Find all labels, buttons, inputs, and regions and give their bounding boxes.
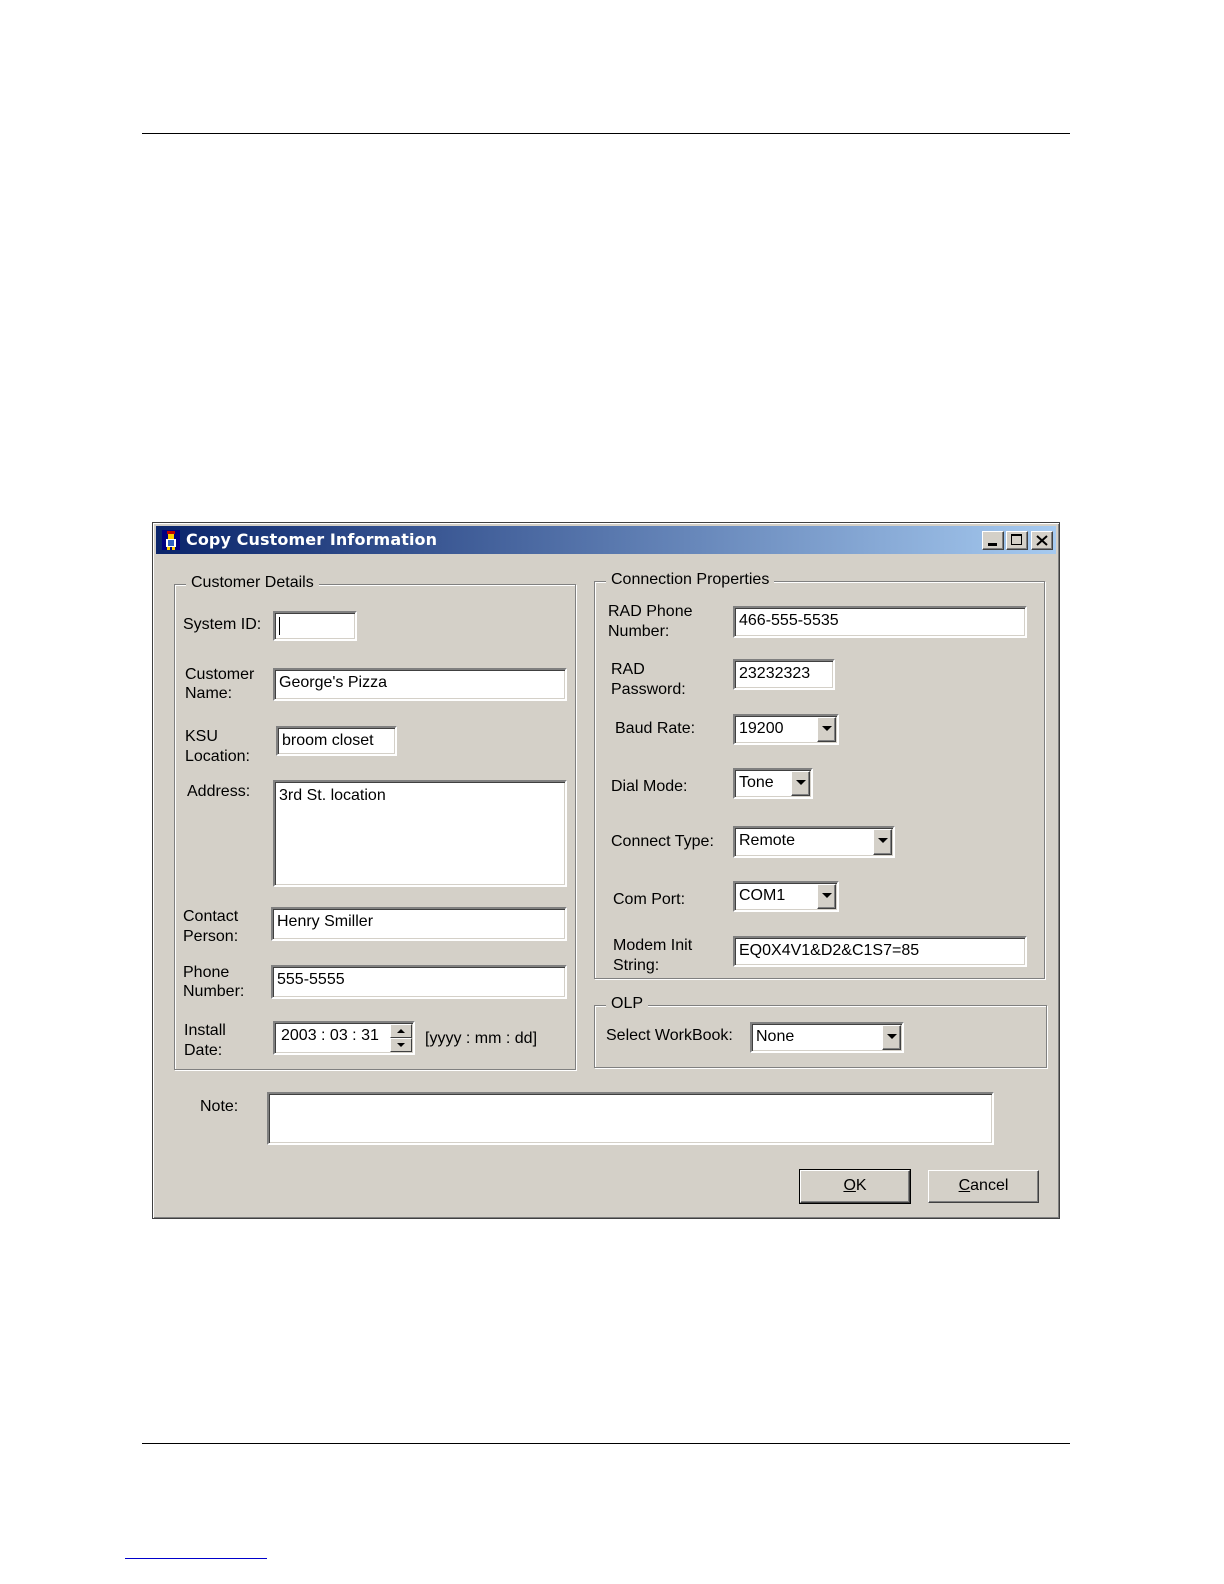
chevron-down-icon xyxy=(796,780,806,785)
cancel-button[interactable]: Cancel xyxy=(928,1170,1039,1203)
modem-init-label-line2: String: xyxy=(613,957,660,974)
connection-properties-group: Connection Properties RAD Phone Number: … xyxy=(594,571,1045,979)
contact-person-label-line1: Contact xyxy=(183,908,239,925)
ksu-location-label-line1: KSU xyxy=(185,728,218,745)
dial-mode-select[interactable]: Tone xyxy=(733,768,813,799)
connect-type-select[interactable]: Remote xyxy=(733,826,895,858)
ksu-location-input[interactable]: broom closet xyxy=(276,726,397,756)
baud-rate-label: Baud Rate: xyxy=(615,720,696,737)
window-title: Copy Customer Information xyxy=(186,530,438,549)
maximize-button[interactable] xyxy=(1006,531,1028,550)
com-port-label: Com Port: xyxy=(613,891,686,908)
ksu-location-label-line2: Location: xyxy=(185,748,250,765)
phone-number-input[interactable]: 555-5555 xyxy=(271,965,567,999)
footnote-link-underline xyxy=(125,1558,267,1559)
close-button[interactable] xyxy=(1031,531,1053,550)
address-textarea[interactable]: 3rd St. location xyxy=(273,780,567,887)
header-rule xyxy=(142,133,1070,134)
olp-group: OLP Select WorkBook: None xyxy=(594,995,1047,1068)
connect-type-label: Connect Type: xyxy=(611,833,714,850)
chevron-down-icon xyxy=(822,726,832,731)
rad-password-label-line2: Password: xyxy=(611,681,686,698)
phone-number-label-line1: Phone xyxy=(183,964,230,981)
install-date-format-hint: [yyyy : mm : dd] xyxy=(425,1030,538,1047)
rad-password-input[interactable]: 23232323 xyxy=(733,659,835,690)
title-bar[interactable]: Copy Customer Information xyxy=(156,526,1056,554)
contact-person-input[interactable]: Henry Smiller xyxy=(271,907,567,941)
com-port-select[interactable]: COM1 xyxy=(733,881,839,912)
connection-properties-legend: Connection Properties xyxy=(606,571,775,589)
dial-mode-dropdown-button[interactable] xyxy=(791,771,810,796)
phone-number-label-line2: Number: xyxy=(183,983,245,1000)
minimize-button[interactable] xyxy=(982,531,1004,550)
baud-rate-value: 19200 xyxy=(739,720,784,737)
install-date-value: 2003 : 03 : 31 xyxy=(281,1027,379,1044)
copy-customer-dialog: Copy Customer Information Customer Detai… xyxy=(152,522,1060,1219)
rad-password-label-line1: RAD xyxy=(611,661,645,678)
arrow-down-icon xyxy=(397,1043,405,1047)
ok-button[interactable]: OK xyxy=(799,1169,911,1204)
customer-name-label-line2: Name: xyxy=(185,685,233,702)
chevron-down-icon xyxy=(822,893,832,898)
contact-person-label-line2: Person: xyxy=(183,928,239,945)
select-workbook-label: Select WorkBook: xyxy=(606,1027,733,1044)
minimize-icon xyxy=(988,543,997,546)
spin-up-button[interactable] xyxy=(390,1024,412,1038)
install-date-label-line2: Date: xyxy=(184,1042,223,1059)
maximize-icon xyxy=(1011,534,1022,545)
address-label: Address: xyxy=(187,783,251,800)
text-caret xyxy=(279,616,280,635)
olp-legend: OLP xyxy=(606,995,649,1013)
chevron-down-icon xyxy=(878,838,888,843)
modem-init-input[interactable]: EQ0X4V1&D2&C1S7=85 xyxy=(733,936,1027,967)
rad-phone-input[interactable]: 466-555-5535 xyxy=(733,606,1027,638)
customer-name-label-line1: Customer xyxy=(185,666,255,683)
select-workbook-value: None xyxy=(756,1028,795,1045)
install-date-label-line1: Install xyxy=(184,1022,226,1039)
arrow-up-icon xyxy=(397,1029,405,1033)
baud-rate-dropdown-button[interactable] xyxy=(817,717,836,742)
baud-rate-select[interactable]: 19200 xyxy=(733,714,839,745)
connect-type-dropdown-button[interactable] xyxy=(873,829,892,855)
close-icon xyxy=(1036,535,1048,546)
install-date-spinner[interactable] xyxy=(390,1024,412,1052)
dial-mode-value: Tone xyxy=(739,774,774,791)
customer-details-legend: Customer Details xyxy=(186,574,319,592)
connect-type-value: Remote xyxy=(739,832,796,849)
com-port-dropdown-button[interactable] xyxy=(817,884,836,909)
note-textarea[interactable] xyxy=(267,1092,994,1145)
modem-init-label-line1: Modem Init xyxy=(613,937,693,954)
com-port-value: COM1 xyxy=(739,887,786,904)
system-id-input[interactable] xyxy=(273,611,357,641)
select-workbook-select[interactable]: None xyxy=(750,1022,904,1053)
spin-down-button[interactable] xyxy=(390,1038,412,1052)
customer-details-group: Customer Details System ID: Customer Nam… xyxy=(174,574,576,1070)
rad-phone-label-line1: RAD Phone xyxy=(608,603,693,620)
rad-phone-label-line2: Number: xyxy=(608,623,670,640)
chevron-down-icon xyxy=(887,1034,897,1039)
install-date-picker[interactable]: 2003 : 03 : 31 xyxy=(273,1021,415,1055)
note-label: Note: xyxy=(200,1098,239,1115)
workbook-dropdown-button[interactable] xyxy=(882,1025,901,1050)
dial-mode-label: Dial Mode: xyxy=(611,778,688,795)
customer-name-input[interactable]: George's Pizza xyxy=(273,668,567,701)
system-id-label: System ID: xyxy=(183,616,262,633)
app-icon xyxy=(162,530,180,550)
footer-rule xyxy=(142,1443,1070,1444)
